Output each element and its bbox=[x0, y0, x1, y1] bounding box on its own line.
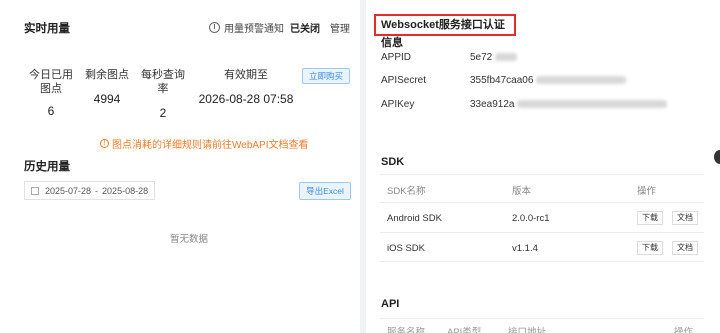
stat-value: 6 bbox=[47, 104, 55, 118]
api-header-type: API类型 bbox=[447, 327, 482, 333]
credentials-panel bbox=[366, 0, 720, 333]
export-excel-button[interactable]: 导出Excel bbox=[299, 182, 351, 200]
cred-key-appid: APPID bbox=[381, 52, 412, 63]
stat-remaining: 剩余图点 4994 bbox=[84, 68, 130, 106]
redacted-mask bbox=[536, 76, 627, 85]
stat-label: 有效期至 bbox=[224, 69, 268, 81]
stat-label: 每秒查询率 bbox=[141, 69, 185, 95]
sdk-row-version: v1.1.4 bbox=[512, 243, 538, 254]
download-button[interactable]: 下载 bbox=[637, 211, 663, 225]
sdk-row-version: 2.0.0-rc1 bbox=[512, 213, 550, 224]
sdk-row-name: Android SDK bbox=[387, 213, 442, 224]
notify-state: 已关闭 bbox=[290, 24, 320, 35]
stat-value: 4994 bbox=[93, 92, 121, 106]
divider bbox=[380, 261, 704, 262]
usage-tip: ! 图点消耗的详细规则请前往WebAPI文档查看 bbox=[100, 136, 309, 151]
download-button[interactable]: 下载 bbox=[637, 241, 663, 255]
date-range-picker[interactable]: 2025-07-28 - 2025-08-28 bbox=[24, 181, 155, 200]
divider bbox=[380, 202, 704, 203]
sdk-title: SDK bbox=[381, 156, 405, 168]
date-separator: - bbox=[95, 185, 99, 196]
cred-value-text: 355fb47caa06 bbox=[470, 75, 534, 86]
usage-notify-bar: 用量预警通知 已关闭 管理 bbox=[209, 20, 350, 35]
divider bbox=[380, 318, 704, 319]
stat-label: 今日已用图点 bbox=[29, 69, 73, 95]
scroll-handle[interactable] bbox=[714, 150, 720, 164]
cred-value-apisecret[interactable]: 355fb47caa06 bbox=[470, 75, 627, 86]
api-header-endpoint: 接口地址 bbox=[508, 327, 547, 333]
buy-now-button[interactable]: 立即购买 bbox=[302, 68, 350, 84]
usage-title: 实时用量 bbox=[24, 23, 70, 35]
cred-value-appid[interactable]: 5e72 bbox=[470, 52, 518, 63]
bell-icon bbox=[209, 22, 220, 33]
api-title: API bbox=[381, 298, 400, 310]
empty-state-text: 暂无数据 bbox=[170, 234, 209, 245]
stat-expiry: 有效期至 2026-08-28 07:58 bbox=[196, 68, 296, 106]
calendar-icon bbox=[31, 186, 39, 195]
date-end: 2025-08-28 bbox=[102, 185, 149, 196]
docs-button[interactable]: 文档 bbox=[672, 211, 698, 225]
redacted-mask bbox=[517, 100, 668, 109]
stat-value: 2026-08-28 07:58 bbox=[198, 92, 294, 106]
tip-text[interactable]: 图点消耗的详细规则请前往WebAPI文档查看 bbox=[112, 136, 309, 151]
stat-label: 剩余图点 bbox=[85, 69, 129, 81]
stat-value: 2 bbox=[159, 106, 167, 120]
manage-link[interactable]: 管理 bbox=[330, 20, 350, 35]
cred-value-text: 33ea912a bbox=[470, 99, 515, 110]
sdk-header-actions: 操作 bbox=[637, 186, 657, 197]
stat-qps: 每秒查询率 2 bbox=[136, 68, 190, 120]
warning-icon: ! bbox=[100, 139, 109, 148]
websocket-auth-title: Websocket服务接口认证信息 bbox=[374, 14, 516, 49]
stat-today-used: 今日已用图点 6 bbox=[24, 68, 78, 118]
redacted-mask bbox=[495, 53, 518, 62]
cred-value-text: 5e72 bbox=[470, 52, 493, 63]
docs-button[interactable]: 文档 bbox=[672, 241, 698, 255]
sdk-header-version: 版本 bbox=[512, 186, 532, 197]
sdk-row-name: iOS SDK bbox=[387, 243, 426, 254]
history-title: 历史用量 bbox=[24, 161, 70, 173]
divider bbox=[380, 174, 704, 175]
notify-label[interactable]: 用量预警通知 bbox=[224, 20, 284, 35]
divider bbox=[380, 232, 704, 233]
api-header-actions: 操作 bbox=[674, 327, 694, 333]
sdk-header-name: SDK名称 bbox=[387, 186, 426, 197]
api-header-service: 服务名称 bbox=[387, 327, 426, 333]
cred-value-apikey[interactable]: 33ea912a bbox=[470, 99, 668, 110]
cred-key-apikey: APIKey bbox=[381, 99, 415, 110]
date-start: 2025-07-28 bbox=[45, 185, 92, 196]
cred-key-apisecret: APISecret bbox=[381, 75, 427, 86]
